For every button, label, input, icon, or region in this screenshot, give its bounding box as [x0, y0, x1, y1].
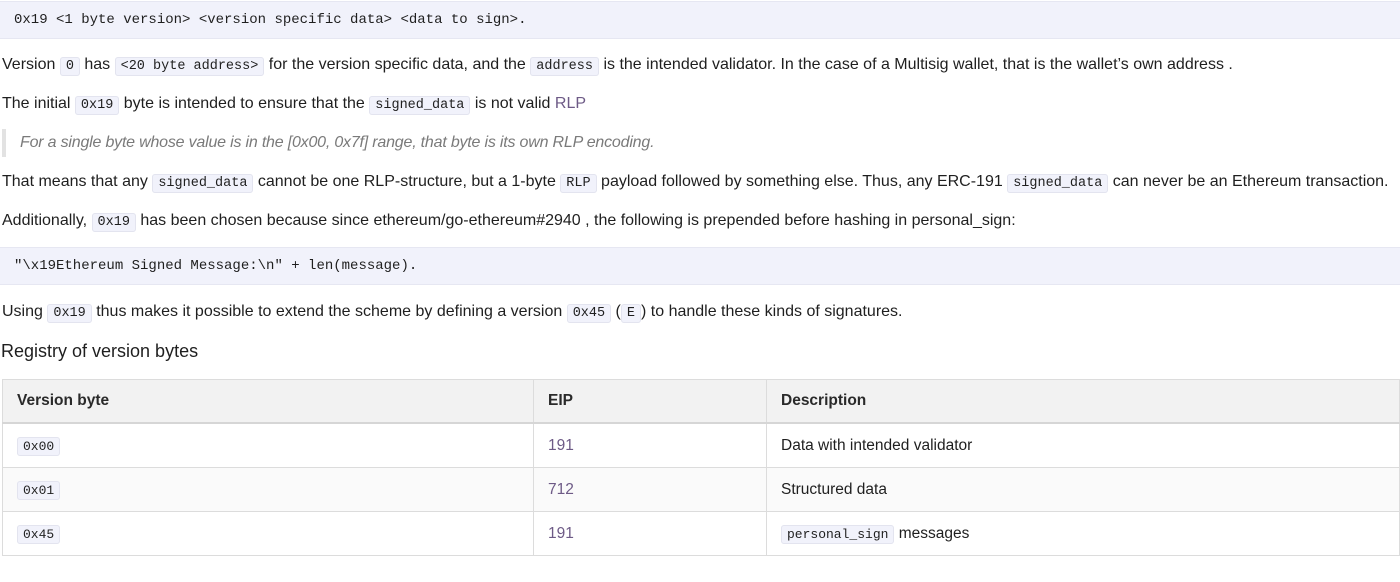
- paragraph-initial-byte: The initial 0x19 byte is intended to ens…: [2, 92, 586, 118]
- eip-link[interactable]: 191: [548, 437, 574, 454]
- paragraph-additionally: Additionally, 0x19 has been chosen becau…: [2, 209, 1016, 235]
- paragraph-using-0x19: Using 0x19 thus makes it possible to ext…: [2, 300, 903, 326]
- text: thus makes it possible to extend the sch…: [91, 303, 567, 320]
- text: The initial: [2, 95, 75, 112]
- eip-cell: 191: [533, 422, 767, 468]
- table-row: 0x01 712 Structured data: [2, 467, 1400, 512]
- registry-table: Version byte EIP Description 0x00 191 Da…: [2, 379, 1400, 556]
- table-row: 0x00 191 Data with intended validator: [2, 422, 1400, 468]
- inline-code: signed_data: [369, 96, 471, 115]
- text: for the version specific data, and the: [264, 56, 531, 73]
- text: cannot be one RLP-structure, but a 1-byt…: [253, 173, 561, 190]
- description-cell: Structured data: [766, 467, 1400, 512]
- text: is not valid: [470, 95, 555, 112]
- inline-code: signed_data: [152, 174, 254, 193]
- eip-cell: 712: [533, 467, 767, 512]
- text: Version: [2, 56, 60, 73]
- paragraph-rlp-structure: That means that any signed_data cannot b…: [2, 170, 1389, 196]
- version-byte-cell: 0x45: [2, 511, 534, 556]
- text: has: [79, 56, 115, 73]
- inline-code: 0: [59, 57, 80, 76]
- column-header-eip: EIP: [533, 379, 767, 424]
- inline-code: 0x01: [17, 480, 61, 500]
- text: is the intended validator. In the case o…: [599, 56, 1233, 73]
- text: Additionally,: [2, 212, 92, 229]
- inline-code: 0x45: [566, 304, 612, 323]
- blockquote-text: For a single byte whose value is in the …: [20, 134, 655, 151]
- code-block-format-text: 0x19 <1 byte version> <version specific …: [14, 12, 527, 28]
- column-header-description: Description: [766, 379, 1400, 424]
- inline-code: signed_data: [1007, 174, 1109, 193]
- table-header-row: Version byte EIP Description: [2, 379, 1400, 424]
- inline-code: 0x45: [17, 524, 61, 544]
- registry-heading: Registry of version bytes: [1, 341, 199, 361]
- version-byte-cell: 0x01: [2, 467, 534, 512]
- inline-code: address: [530, 57, 599, 76]
- text: (: [611, 303, 621, 320]
- text: can never be an Ethereum transaction.: [1108, 173, 1389, 190]
- inline-code: personal_sign: [781, 524, 895, 544]
- rlp-link[interactable]: RLP: [555, 95, 586, 112]
- inline-code: 0x19: [74, 96, 120, 115]
- inline-code: 0x19: [47, 304, 92, 323]
- code-block-prefix: "\x19Ethereum Signed Message:\n" + len(m…: [0, 247, 1400, 285]
- text: payload followed by something else. Thus…: [596, 173, 1008, 190]
- description-cell: Data with intended validator: [766, 422, 1400, 468]
- text: byte is intended to ensure that the: [119, 95, 370, 112]
- version-byte-cell: 0x00: [2, 422, 534, 468]
- text: ) to handle these kinds of signatures.: [641, 303, 903, 320]
- description-cell: personal_sign messages: [766, 511, 1400, 556]
- text: Using: [2, 303, 48, 320]
- code-block-format: 0x19 <1 byte version> <version specific …: [0, 1, 1400, 39]
- eip-cell: 191: [533, 511, 767, 556]
- blockquote: For a single byte whose value is in the …: [2, 129, 655, 157]
- column-header-version-byte: Version byte: [2, 379, 534, 424]
- inline-code: 0x19: [91, 213, 136, 232]
- inline-code: 0x00: [17, 436, 61, 456]
- text: has been chosen because since ethereum/g…: [135, 212, 1016, 229]
- inline-code: E: [620, 304, 641, 323]
- description-text: messages: [894, 524, 970, 542]
- paragraph-version-zero: Version 0 has <20 byte address> for the …: [2, 53, 1233, 79]
- code-block-prefix-text: "\x19Ethereum Signed Message:\n" + len(m…: [14, 258, 418, 274]
- text: That means that any: [2, 173, 153, 190]
- table-row: 0x45 191 personal_sign messages: [2, 511, 1400, 556]
- inline-code: <20 byte address>: [114, 57, 265, 76]
- eip-link[interactable]: 191: [548, 525, 574, 542]
- inline-code: RLP: [560, 174, 597, 193]
- eip-link[interactable]: 712: [548, 481, 574, 498]
